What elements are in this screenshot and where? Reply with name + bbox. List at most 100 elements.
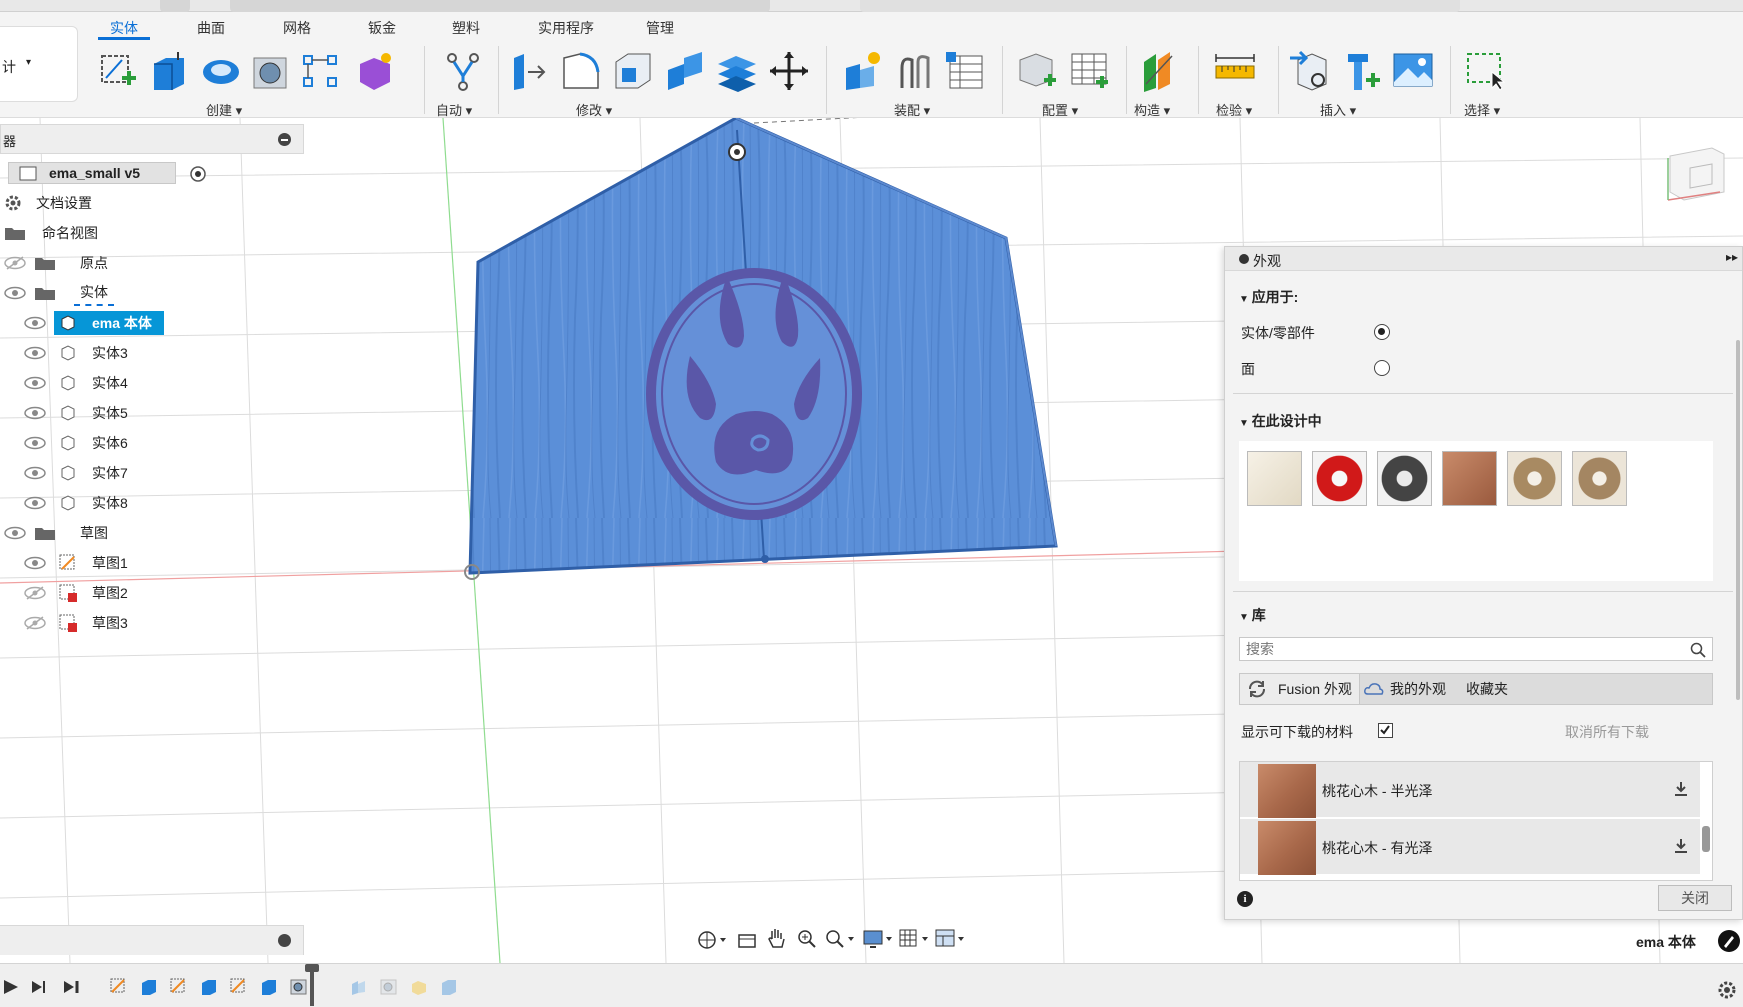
expand-panel-icon[interactable]: ▸▸ [1726, 250, 1738, 264]
library-section-header[interactable]: 库 [1239, 605, 1266, 625]
app-menu-fragment[interactable] [160, 0, 190, 12]
modify-group-label[interactable]: 修改 ▾ [576, 100, 612, 119]
library-search[interactable] [1239, 637, 1713, 661]
material-item[interactable]: 桃花心木 - 半光泽 [1240, 762, 1700, 818]
material-item[interactable]: 桃花心木 - 有光泽 [1240, 819, 1700, 875]
shell-icon[interactable] [612, 50, 654, 92]
search-input[interactable] [1246, 640, 1666, 658]
hole-icon[interactable] [250, 50, 292, 92]
timeline-sketch-icon[interactable] [170, 978, 188, 996]
browser-document-node[interactable]: ema_small v5 [8, 162, 206, 184]
view-cube[interactable] [1667, 147, 1725, 201]
eye-icon[interactable] [24, 556, 46, 570]
browser-sketch[interactable]: 草图3 [24, 611, 134, 635]
bill-of-materials-icon[interactable] [944, 50, 986, 92]
eye-icon[interactable] [24, 346, 46, 360]
browser-header[interactable]: 器 [0, 124, 304, 154]
appearance-title-bar[interactable]: 外观 ▸▸ [1225, 247, 1742, 271]
eye-icon[interactable] [4, 526, 26, 540]
cancel-downloads-link[interactable]: 取消所有下载 [1565, 722, 1649, 742]
swatch-gold-ring[interactable] [1507, 451, 1562, 506]
activate-radio-icon[interactable] [189, 165, 207, 183]
browser-body[interactable]: 实体6 [24, 431, 134, 455]
step-forward-icon[interactable] [30, 978, 50, 996]
automate-icon[interactable] [442, 50, 484, 92]
close-button[interactable]: 关闭 [1658, 885, 1732, 911]
swatch-wood[interactable] [1442, 451, 1497, 506]
in-design-section-header[interactable]: 在此设计中 [1239, 411, 1322, 431]
info-icon[interactable]: i [1237, 891, 1253, 907]
viewports-icon[interactable] [934, 928, 966, 950]
timeline-extrude-icon[interactable] [440, 978, 458, 996]
tab-sheet-metal[interactable]: 钣金 [368, 16, 396, 40]
eye-icon[interactable] [4, 286, 26, 300]
timeline-form-icon[interactable] [410, 978, 428, 996]
download-icon[interactable] [1672, 837, 1690, 855]
timeline-marker[interactable] [310, 966, 314, 1006]
refresh-icon[interactable] [1246, 679, 1268, 699]
tab-mesh[interactable]: 网格 [283, 16, 311, 40]
automate-group-label[interactable]: 自动 ▾ [436, 100, 472, 119]
timeline-hole-icon[interactable] [380, 978, 398, 996]
browser-body[interactable]: 实体8 [24, 491, 134, 515]
construct-group-label[interactable]: 构造 ▾ [1134, 100, 1170, 119]
browser-body-ema[interactable]: ema 本体 [24, 311, 164, 335]
option-body-radio[interactable] [1374, 324, 1390, 340]
display-settings-icon[interactable] [862, 928, 894, 950]
zoom-window-icon[interactable] [824, 928, 856, 950]
configure-table-icon[interactable] [1068, 50, 1110, 92]
browser-sketch[interactable]: 草图1 [24, 551, 134, 575]
skip-to-end-icon[interactable] [62, 978, 82, 996]
tab-surface[interactable]: 曲面 [197, 16, 225, 40]
tab-utilities[interactable]: 实用程序 [538, 16, 594, 40]
timeline-marker-handle[interactable] [305, 964, 319, 972]
tab-fusion-appearances[interactable]: Fusion 外观 [1240, 674, 1360, 704]
select-box-icon[interactable] [1464, 50, 1506, 92]
timeline-sketch-icon[interactable] [110, 978, 128, 996]
orbit-icon[interactable] [696, 929, 726, 951]
insert-mcmaster-icon[interactable] [1340, 50, 1382, 92]
insert-derive-icon[interactable] [1288, 50, 1330, 92]
joint-icon[interactable] [894, 50, 936, 92]
browser-body[interactable]: 实体3 [24, 341, 134, 365]
construct-plane-icon[interactable] [1140, 50, 1182, 92]
show-downloadable-checkbox[interactable] [1378, 723, 1393, 738]
timeline-hole-icon[interactable] [290, 978, 308, 996]
extrude-icon[interactable] [148, 50, 190, 92]
browser-item-origin[interactable]: 原点 [4, 251, 114, 275]
pattern-icon[interactable] [300, 50, 342, 92]
eye-icon[interactable] [24, 466, 46, 480]
swatch-red-gloss[interactable] [1312, 451, 1367, 506]
workspace-switcher[interactable]: 计 ▾ [0, 26, 78, 102]
panel-scrollbar[interactable] [1736, 340, 1740, 700]
expand-comments-button[interactable] [278, 934, 291, 947]
create-sketch-icon[interactable] [96, 50, 138, 92]
browser-item-sketches[interactable]: 草图 [4, 521, 114, 545]
eye-icon[interactable] [24, 376, 46, 390]
browser-body[interactable]: 实体4 [24, 371, 134, 395]
create-group-label[interactable]: 创建 ▾ [206, 100, 242, 119]
offset-face-icon[interactable] [716, 50, 758, 92]
sketch-palette-button[interactable] [1718, 930, 1740, 952]
look-at-icon[interactable] [736, 929, 758, 951]
inspect-group-label[interactable]: 检验 ▾ [1216, 100, 1252, 119]
swatch-gold-ring-2[interactable] [1572, 451, 1627, 506]
option-face-radio[interactable] [1374, 360, 1390, 376]
tab-manage[interactable]: 管理 [646, 16, 674, 40]
assemble-group-label[interactable]: 装配 ▾ [894, 100, 930, 119]
grid-settings-icon[interactable] [898, 928, 930, 950]
eye-icon[interactable] [24, 496, 46, 510]
timeline-settings-gear-icon[interactable] [1717, 980, 1737, 1000]
browser-sketch[interactable]: 草图2 [24, 581, 134, 605]
new-component-icon[interactable] [842, 50, 884, 92]
swatch-steel[interactable] [1377, 451, 1432, 506]
ema-body[interactable] [464, 118, 1058, 580]
zoom-icon[interactable] [796, 928, 818, 950]
combine-icon[interactable] [664, 50, 706, 92]
pan-hand-icon[interactable] [766, 927, 788, 951]
timeline-extrude-icon[interactable] [260, 978, 278, 996]
eye-icon[interactable] [24, 436, 46, 450]
document-tab-right[interactable] [860, 0, 1460, 12]
insert-canvas-icon[interactable] [1392, 50, 1434, 92]
material-list-scrollbar[interactable] [1702, 826, 1710, 852]
